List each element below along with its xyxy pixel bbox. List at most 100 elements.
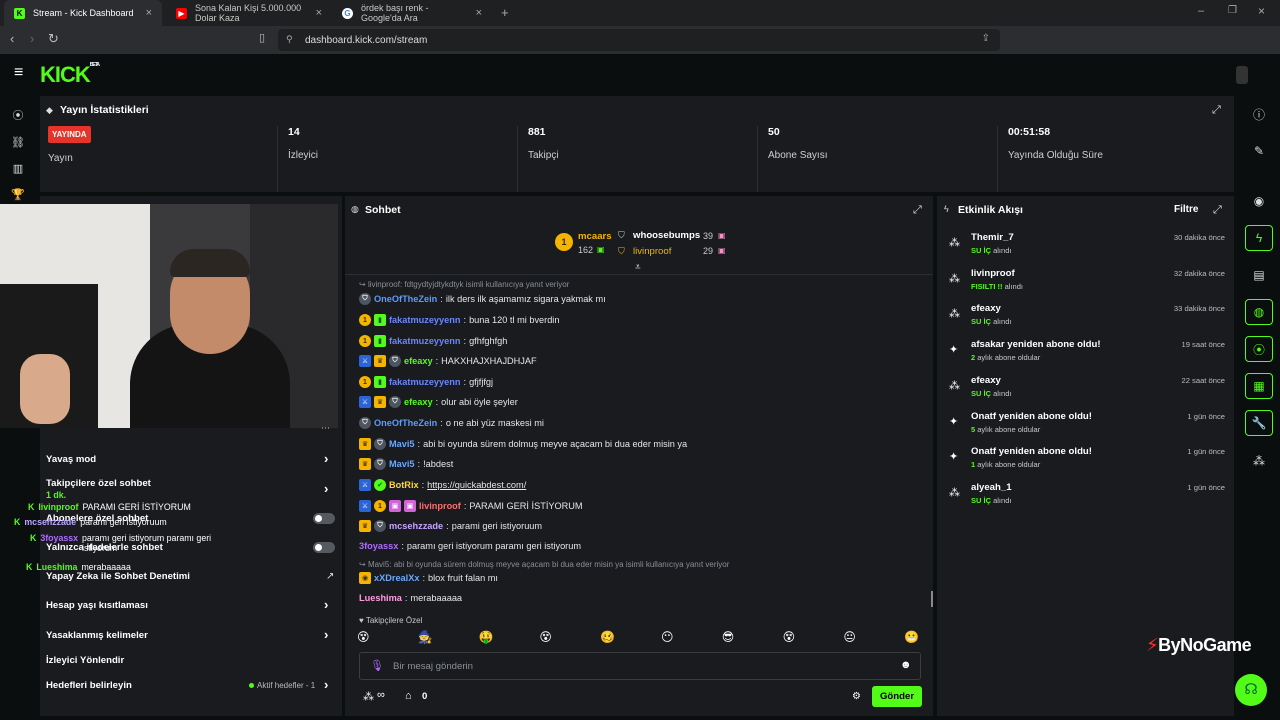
maximize-icon[interactable]: ❐ [1228, 5, 1237, 16]
trophy-icon[interactable]: 🏆 [11, 188, 25, 202]
chat-scrollbar[interactable] [931, 591, 933, 607]
activity-item[interactable]: ✦ Onatf yeniden abone oldu! 5 aylık abone … [949, 411, 1225, 445]
activity-item[interactable]: ⁂ livinproof FISILTI !! alındı 32 dakika ön… [949, 268, 1225, 302]
activity-item[interactable]: ⁂ alyeah_1 SU İÇ alındı 1 gün önce [949, 482, 1225, 516]
broadcast-icon[interactable]: ⦿ [1245, 336, 1273, 362]
activity-detail: 1 aylık abone oldular [971, 460, 1040, 469]
chevron-right-icon[interactable]: › [324, 597, 328, 612]
notes-icon[interactable]: ▤ [1245, 262, 1273, 288]
hamburger-menu-icon[interactable]: ≡ [14, 64, 23, 82]
tab-google[interactable]: G ördek başı renk - Google'da Ara × [332, 0, 492, 26]
emote-icon[interactable]: 🥴 [600, 630, 615, 644]
external-link-icon[interactable]: ↗ [326, 571, 334, 582]
tab-youtube[interactable]: ▶ Sona Kalan Kişi 5.000.000 Dolar Kaza × [166, 0, 332, 26]
chevron-right-icon[interactable]: › [324, 627, 328, 642]
chat-text: buna 120 tl mi bverdin [469, 315, 560, 325]
emote-icon[interactable]: 😬 [904, 630, 919, 644]
avatar[interactable] [1236, 66, 1248, 84]
emote-icon[interactable]: 😵 [539, 630, 552, 644]
chat-username[interactable]: mcsehzzade [389, 521, 443, 531]
expand-icon[interactable]: ⤢ [913, 204, 922, 217]
chevron-right-icon[interactable]: › [324, 481, 328, 496]
activity-detail: SU İÇ alındı [971, 496, 1011, 505]
tab-kick-dashboard[interactable]: K Stream - Kick Dashboard × [4, 0, 162, 26]
camera-icon[interactable]: ◉ [1245, 188, 1273, 214]
close-tab-icon[interactable]: × [146, 7, 152, 19]
emote-icon[interactable]: 🧙 [418, 630, 433, 644]
top-gifter-name[interactable]: mcaars [578, 231, 612, 242]
address-bar[interactable]: ⚲ dashboard.kick.com/stream ⇪ [278, 29, 1000, 51]
filter-button[interactable]: Filtre [1174, 204, 1198, 215]
emote-icon[interactable]: 😶 [661, 630, 674, 644]
dots-icon[interactable]: ⁂ [1245, 448, 1273, 474]
collapse-icon[interactable]: ⩡ [635, 262, 641, 273]
chat-text[interactable]: https://quickabdest.com/ [427, 480, 526, 490]
emote-icon[interactable]: 🤑 [479, 630, 494, 644]
share-icon[interactable]: ⇪ [982, 33, 990, 44]
more-options-icon[interactable]: ⋯ [321, 423, 330, 434]
chat-username[interactable]: efeaxy [404, 356, 433, 366]
second-gifter-name[interactable]: whoosebumps [633, 230, 700, 241]
back-icon[interactable]: ‹ [10, 31, 14, 46]
chevron-right-icon[interactable]: › [324, 677, 328, 692]
emoji-icon[interactable]: ☻ [900, 659, 912, 671]
bookmark-icon[interactable]: ▯ [259, 31, 265, 44]
emote-icon[interactable]: 😐 [843, 630, 856, 644]
chat-username[interactable]: xXDrealXx [374, 573, 419, 583]
reward-icon: ⁂ [949, 308, 960, 321]
emote-only-toggle[interactable] [313, 542, 335, 553]
chat-username[interactable]: fakatmuzeyyenn [389, 315, 461, 325]
chat-icon[interactable]: ◍ [1245, 299, 1273, 325]
chat-username[interactable]: fakatmuzeyyenn [389, 377, 461, 387]
edit-icon[interactable]: ✎ [1245, 138, 1273, 164]
chat-username[interactable]: livinproof [419, 501, 461, 511]
tools-icon[interactable]: 🔧 [1245, 410, 1273, 436]
emote-icon[interactable]: 😵 [357, 630, 370, 644]
chat-username[interactable]: Lueshima [359, 593, 402, 603]
share-dots-icon[interactable]: ⁂ [363, 690, 374, 703]
chat-username[interactable]: OneOfTheZein [374, 418, 437, 428]
close-tab-icon[interactable]: × [476, 7, 482, 19]
mic-icon[interactable]: 🎙 [370, 659, 384, 672]
forward-icon[interactable]: › [30, 31, 34, 46]
send-button[interactable]: Gönder [872, 686, 922, 707]
close-window-icon[interactable]: × [1258, 4, 1265, 18]
activity-item[interactable]: ⁂ efeaxy SU İÇ alındı 33 dakika önce [949, 303, 1225, 337]
chat-username[interactable]: 3foyassx [359, 541, 398, 551]
new-tab-button[interactable]: + [501, 5, 509, 20]
broadcast-icon[interactable]: ⦿ [11, 109, 25, 123]
lightning-icon[interactable]: ϟ [1245, 225, 1273, 251]
chat-username[interactable]: fakatmuzeyyenn [389, 336, 461, 346]
activity-item[interactable]: ⁂ Themir_7 SU İÇ alındı 30 dakika önce [949, 232, 1225, 266]
emote-icon[interactable]: 😵 [783, 630, 796, 644]
site-info-icon[interactable]: ⚲ [286, 34, 293, 45]
divider [345, 274, 933, 275]
close-tab-icon[interactable]: × [316, 7, 322, 19]
expand-icon[interactable]: ⤢ [1213, 204, 1222, 217]
subscribers-only-toggle[interactable] [313, 513, 335, 524]
settings-gear-icon[interactable]: ⚙ [852, 691, 861, 702]
activity-item[interactable]: ✦ Onatf yeniden abone oldu! 1 aylık abone … [949, 446, 1225, 480]
chat-username[interactable]: efeaxy [404, 397, 433, 407]
info-icon[interactable]: ⓘ [1245, 101, 1273, 127]
kick-logo[interactable]: KICKBETA [40, 62, 100, 88]
analytics-icon[interactable]: ▥ [11, 162, 25, 176]
link-icon[interactable]: ⛓ [11, 136, 25, 150]
activity-item[interactable]: ✦ afsakar yeniden abone oldu! 2 aylık abon… [949, 339, 1225, 373]
emote-icon[interactable]: 😎 [722, 630, 735, 644]
chat-username[interactable]: OneOfTheZein [374, 294, 437, 304]
chat-username[interactable]: Mavi5 [389, 439, 415, 449]
expand-icon[interactable]: ⤢ [1212, 104, 1221, 117]
chat-username[interactable]: BotRix [389, 480, 419, 490]
support-icon[interactable]: ☊ [1235, 674, 1267, 706]
chat-input[interactable]: 🎙 Bir mesaj gönderin ☻ [359, 652, 921, 680]
chat-message: ◉ xXDrealXx: blox fruit falan mı [359, 572, 498, 584]
modview-icon[interactable]: ▦ [1245, 373, 1273, 399]
chevron-right-icon[interactable]: › [324, 451, 328, 466]
store-icon[interactable]: ⌂ [405, 690, 412, 702]
chat-username[interactable]: Mavi5 [389, 459, 415, 469]
minimize-icon[interactable]: – [1198, 5, 1204, 17]
reload-icon[interactable]: ↻ [48, 31, 59, 47]
third-gifter-name[interactable]: livinproof [633, 246, 671, 257]
activity-item[interactable]: ⁂ efeaxy SU İÇ alındı 22 saat önce [949, 375, 1225, 409]
